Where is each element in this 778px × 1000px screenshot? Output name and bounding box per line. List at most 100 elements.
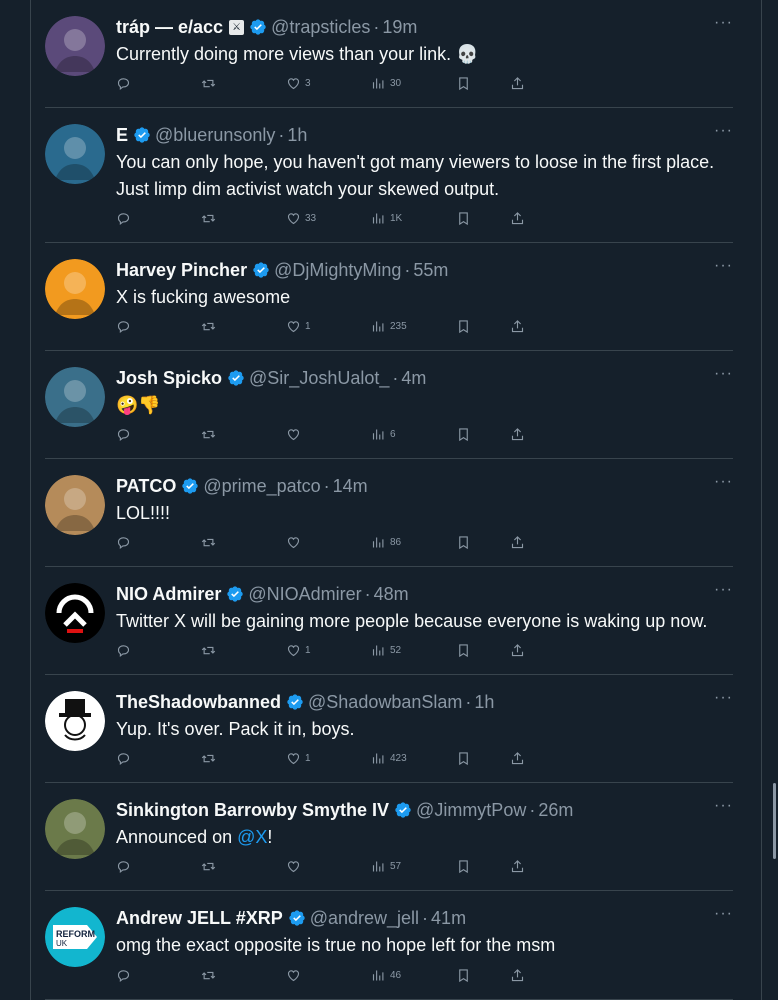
display-name[interactable]: Josh Spicko	[116, 368, 222, 389]
like-button[interactable]	[286, 966, 305, 984]
display-name[interactable]: Harvey Pincher	[116, 260, 247, 281]
reply-button[interactable]	[116, 533, 135, 551]
retweet-button[interactable]	[201, 966, 220, 984]
timestamp[interactable]: 1h	[287, 125, 307, 146]
views-button[interactable]: 423	[371, 749, 407, 767]
views-button[interactable]: 6	[371, 425, 396, 443]
more-options-button[interactable]: ···	[714, 122, 733, 140]
share-button[interactable]	[510, 966, 529, 984]
retweet-button[interactable]	[201, 533, 220, 551]
timestamp[interactable]: 26m	[538, 800, 573, 821]
bookmark-button[interactable]	[456, 74, 475, 92]
tweet[interactable]: REFORM UK Andrew JELL #XRP @andrew_jell · 41m…	[45, 891, 733, 1000]
user-handle[interactable]: @ShadowbanSlam	[308, 692, 462, 713]
share-button[interactable]	[510, 74, 529, 92]
like-button[interactable]	[286, 857, 305, 875]
retweet-button[interactable]	[201, 74, 220, 92]
timestamp[interactable]: 19m	[382, 17, 417, 38]
masked-figure-avatar[interactable]	[45, 16, 105, 76]
bookmark-button[interactable]	[456, 209, 475, 227]
share-button[interactable]	[510, 641, 529, 659]
more-options-button[interactable]: ···	[714, 905, 733, 923]
views-button[interactable]: 46	[371, 966, 401, 984]
user-handle[interactable]: @Sir_JoshUalot_	[249, 368, 389, 389]
bookmark-button[interactable]	[456, 857, 475, 875]
nio-logo-avatar[interactable]	[45, 583, 105, 643]
retweet-button[interactable]	[201, 641, 220, 659]
views-button[interactable]: 57	[371, 857, 401, 875]
like-button[interactable]	[286, 533, 305, 551]
tweet[interactable]: NIO Admirer @NIOAdmirer · 48m ··· Twitter X w…	[45, 567, 733, 675]
display-name[interactable]: E	[116, 125, 128, 146]
display-name[interactable]: NIO Admirer	[116, 584, 221, 605]
views-button[interactable]: 1K	[371, 209, 402, 227]
like-button[interactable]: 1	[286, 749, 311, 767]
more-options-button[interactable]: ···	[714, 14, 733, 32]
views-button[interactable]: 52	[371, 641, 401, 659]
views-button[interactable]: 235	[371, 317, 407, 335]
retweet-button[interactable]	[201, 317, 220, 335]
more-options-button[interactable]: ···	[714, 365, 733, 383]
timestamp[interactable]: 55m	[413, 260, 448, 281]
tweet[interactable]: Harvey Pincher @DjMightyMing · 55m ··· X is f…	[45, 243, 733, 351]
display-name[interactable]: TheShadowbanned	[116, 692, 281, 713]
retweet-button[interactable]	[201, 857, 220, 875]
timestamp[interactable]: 48m	[374, 584, 409, 605]
dog-in-field-avatar[interactable]	[45, 799, 105, 859]
mention-link[interactable]: @X	[237, 827, 267, 847]
tweet[interactable]: TheShadowbanned @ShadowbanSlam · 1h ··· Yup. …	[45, 675, 733, 783]
bookmark-button[interactable]	[456, 425, 475, 443]
laser-eyes-avatar[interactable]	[45, 259, 105, 319]
swimmer-avatar[interactable]	[45, 124, 105, 184]
retweet-button[interactable]	[201, 425, 220, 443]
like-button[interactable]: 1	[286, 317, 311, 335]
doge-sunglasses-avatar[interactable]	[45, 367, 105, 427]
bookmark-button[interactable]	[456, 966, 475, 984]
like-button[interactable]: 1	[286, 641, 311, 659]
like-button[interactable]: 33	[286, 209, 316, 227]
display-name[interactable]: Sinkington Barrowby Smythe IV	[116, 800, 389, 821]
user-handle[interactable]: @DjMightyMing	[274, 260, 401, 281]
reply-button[interactable]	[116, 425, 135, 443]
display-name[interactable]: Andrew JELL #XRP	[116, 908, 283, 929]
views-button[interactable]: 86	[371, 533, 401, 551]
timestamp[interactable]: 14m	[333, 476, 368, 497]
timestamp[interactable]: 1h	[474, 692, 494, 713]
user-handle[interactable]: @andrew_jell	[310, 908, 419, 929]
share-button[interactable]	[510, 857, 529, 875]
reply-button[interactable]	[116, 641, 135, 659]
bookmark-button[interactable]	[456, 749, 475, 767]
retweet-button[interactable]	[201, 749, 220, 767]
share-button[interactable]	[510, 749, 529, 767]
share-button[interactable]	[510, 317, 529, 335]
woman-portrait-avatar[interactable]	[45, 475, 105, 535]
share-button[interactable]	[510, 533, 529, 551]
tweet[interactable]: PATCO @prime_patco · 14m ··· LOL!!!! 86	[45, 459, 733, 567]
tweet[interactable]: E @bluerunsonly · 1h ··· You can only hope, y…	[45, 108, 733, 243]
more-options-button[interactable]: ···	[714, 581, 733, 599]
reform-uk-avatar[interactable]: REFORM UK	[45, 907, 105, 967]
user-handle[interactable]: @JimmytPow	[416, 800, 526, 821]
monopoly-man-avatar[interactable]	[45, 691, 105, 751]
reply-button[interactable]	[116, 209, 135, 227]
reply-button[interactable]	[116, 749, 135, 767]
timestamp[interactable]: 4m	[401, 368, 426, 389]
timestamp[interactable]: 41m	[431, 908, 466, 929]
user-handle[interactable]: @bluerunsonly	[155, 125, 275, 146]
views-button[interactable]: 30	[371, 74, 401, 92]
more-options-button[interactable]: ···	[714, 689, 733, 707]
tweet[interactable]: Josh Spicko @Sir_JoshUalot_ · 4m ··· 🤪👎 6	[45, 351, 733, 459]
tweet[interactable]: Sinkington Barrowby Smythe IV @JimmytPow ·…	[45, 783, 733, 891]
user-handle[interactable]: @prime_patco	[203, 476, 320, 497]
share-button[interactable]	[510, 209, 529, 227]
display-name[interactable]: tráp — e/acc	[116, 17, 223, 38]
user-handle[interactable]: @trapsticles	[271, 17, 370, 38]
like-button[interactable]	[286, 425, 305, 443]
bookmark-button[interactable]	[456, 317, 475, 335]
user-handle[interactable]: @NIOAdmirer	[248, 584, 361, 605]
reply-button[interactable]	[116, 966, 135, 984]
reply-button[interactable]	[116, 857, 135, 875]
scrollbar-thumb[interactable]	[773, 783, 776, 859]
bookmark-button[interactable]	[456, 641, 475, 659]
retweet-button[interactable]	[201, 209, 220, 227]
